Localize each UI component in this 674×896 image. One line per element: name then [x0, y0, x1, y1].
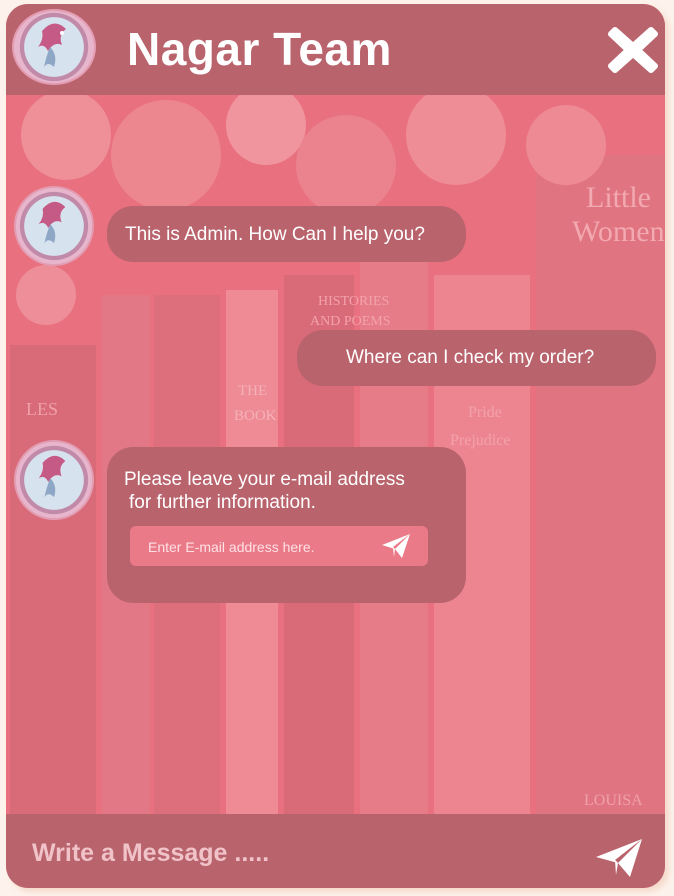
- message-text: This is Admin. How Can I help you?: [125, 224, 425, 245]
- dragon-avatar-icon: [12, 9, 96, 85]
- svg-text:Little: Little: [586, 181, 651, 214]
- message-text-line: for further information.: [129, 492, 316, 513]
- header-title: Nagar Team: [127, 23, 392, 75]
- svg-text:Women: Women: [572, 215, 665, 248]
- message-bubble-admin: This is Admin. How Can I help you?: [107, 206, 466, 262]
- svg-text:HISTORIES: HISTORIES: [318, 294, 389, 309]
- paper-plane-icon[interactable]: [380, 532, 412, 560]
- message-composer: [6, 814, 665, 888]
- chat-widget: Little Women Pride Prejudice HISTORIES A…: [6, 4, 665, 888]
- paper-plane-icon[interactable]: [594, 837, 644, 879]
- svg-text:Pride: Pride: [468, 404, 502, 421]
- email-form: [130, 526, 428, 568]
- svg-text:LES: LES: [26, 399, 58, 419]
- message-bubble-user: Where can I check my order?: [297, 330, 656, 386]
- message-text-line: Please leave your e-mail address: [124, 469, 405, 490]
- svg-text:THE: THE: [238, 383, 267, 399]
- message-text: Where can I check my order?: [346, 347, 595, 368]
- admin-avatar: [14, 186, 94, 266]
- message-bubble-admin-email: Please leave your e-mail address for fur…: [107, 447, 466, 603]
- svg-text:Prejudice: Prejudice: [450, 432, 510, 449]
- close-icon[interactable]: [606, 24, 660, 76]
- chat-header: Nagar Team: [6, 4, 665, 95]
- email-input[interactable]: [130, 526, 390, 568]
- svg-text:AND POEMS: AND POEMS: [310, 314, 391, 329]
- message-input[interactable]: [30, 830, 554, 876]
- admin-avatar: [14, 440, 94, 520]
- svg-text:BOOK: BOOK: [234, 408, 277, 424]
- svg-text:LOUISA: LOUISA: [584, 792, 643, 809]
